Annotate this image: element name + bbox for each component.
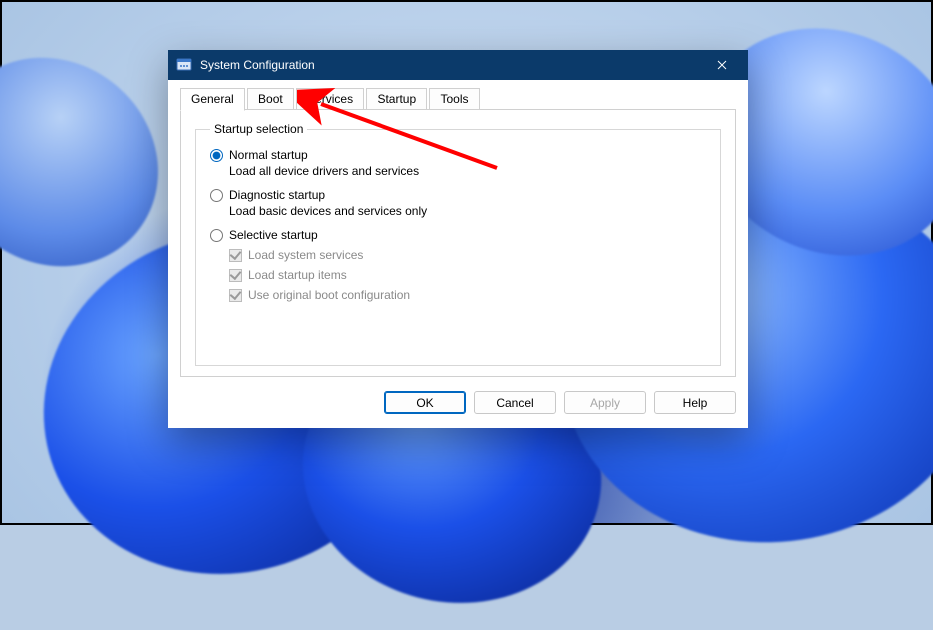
tab-label: Boot	[258, 92, 283, 106]
tab-label: Startup	[377, 92, 416, 106]
radio-label: Normal startup	[229, 148, 308, 162]
close-icon	[717, 60, 727, 70]
radio-description: Load basic devices and services only	[229, 204, 706, 218]
tab-tools[interactable]: Tools	[429, 88, 479, 110]
button-label: Apply	[590, 396, 620, 410]
tab-startup[interactable]: Startup	[366, 88, 427, 110]
button-label: Help	[683, 396, 708, 410]
dialog-client-area: General Boot Services Startup Tools Star…	[168, 80, 748, 428]
tab-panel-general: Startup selection Normal startup Load al…	[180, 109, 736, 377]
radio-label: Selective startup	[229, 228, 318, 242]
radio-description: Load all device drivers and services	[229, 164, 706, 178]
ok-button[interactable]: OK	[384, 391, 466, 414]
selective-startup-options: Load system services Load startup items …	[229, 248, 706, 302]
system-configuration-dialog: System Configuration General Boot Servic…	[168, 50, 748, 428]
radio-normal-startup[interactable]	[210, 149, 223, 162]
tab-strip: General Boot Services Startup Tools	[180, 88, 736, 110]
tab-label: General	[191, 92, 234, 106]
radio-diagnostic-startup[interactable]	[210, 189, 223, 202]
radio-selective-startup[interactable]	[210, 229, 223, 242]
tab-label: Tools	[440, 92, 468, 106]
button-label: Cancel	[496, 396, 533, 410]
startup-selection-group: Startup selection Normal startup Load al…	[195, 122, 721, 366]
checkbox-load-system-services	[229, 249, 242, 262]
group-legend: Startup selection	[210, 122, 307, 136]
help-button[interactable]: Help	[654, 391, 736, 414]
checkbox-load-startup-items	[229, 269, 242, 282]
checkbox-use-original-boot-config	[229, 289, 242, 302]
checkbox-label: Load system services	[248, 248, 363, 262]
tab-boot[interactable]: Boot	[247, 88, 294, 110]
checkbox-label: Load startup items	[248, 268, 347, 282]
tab-label: Services	[307, 92, 353, 106]
titlebar[interactable]: System Configuration	[168, 50, 748, 80]
close-button[interactable]	[700, 50, 744, 80]
button-label: OK	[416, 396, 433, 410]
apply-button[interactable]: Apply	[564, 391, 646, 414]
tab-general[interactable]: General	[180, 88, 245, 111]
checkbox-label: Use original boot configuration	[248, 288, 410, 302]
dialog-button-row: OK Cancel Apply Help	[180, 391, 736, 414]
cancel-button[interactable]: Cancel	[474, 391, 556, 414]
msconfig-icon	[176, 57, 192, 73]
window-title: System Configuration	[200, 58, 315, 72]
tab-services[interactable]: Services	[296, 88, 364, 110]
radio-label: Diagnostic startup	[229, 188, 325, 202]
